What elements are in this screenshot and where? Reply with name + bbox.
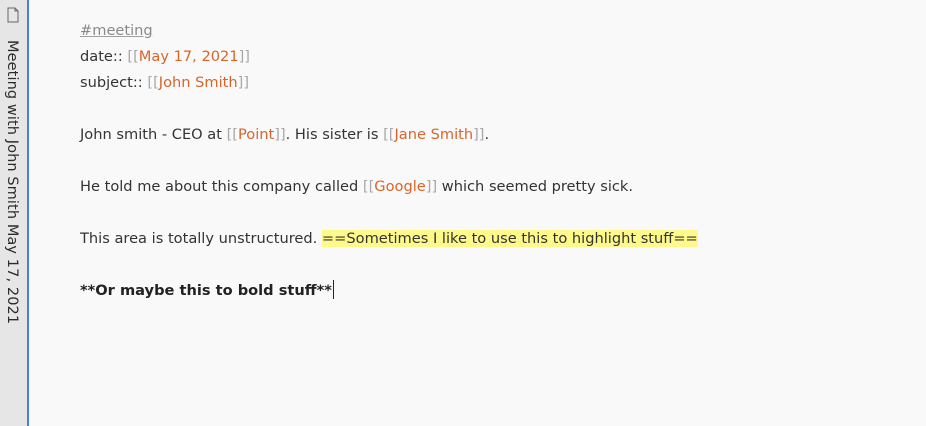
meeting-tag[interactable]: #meeting (80, 22, 153, 39)
point-link[interactable]: Point (238, 126, 274, 143)
file-icon (7, 7, 19, 23)
google-link[interactable]: Google (374, 178, 425, 195)
para3-text: This area is totally unstructured. (80, 230, 322, 247)
para2-text-b: which seemed pretty sick. (437, 178, 634, 195)
paragraph-2: He told me about this company called [[G… (80, 174, 916, 200)
bold-text: **Or maybe this to bold stuff** (80, 282, 332, 299)
bracket-close: ]] (473, 126, 485, 143)
para1-text-c: . (484, 126, 490, 143)
app-window: Meeting with John Smith May 17, 2021 #me… (0, 0, 926, 426)
bracket-close: ]] (237, 74, 250, 91)
bracket-open: [[ (362, 178, 375, 195)
bracket-close: ]] (425, 178, 438, 195)
tag-line: #meeting (80, 18, 916, 44)
subject-key: subject:: (80, 74, 148, 91)
para1-text-a: John smith - CEO at (80, 126, 227, 143)
text-cursor (332, 280, 334, 299)
date-key: date:: (80, 48, 128, 65)
date-link[interactable]: May 17, 2021 (139, 48, 239, 65)
note-content[interactable]: #meeting date:: [[May 17, 2021]] subject… (80, 18, 916, 304)
paragraph-3: This area is totally unstructured. ==Som… (80, 226, 916, 252)
note-tab-title[interactable]: Meeting with John Smith May 17, 2021 (4, 40, 20, 324)
para2-text-a: He told me about this company called (80, 178, 363, 195)
bracket-close: ]] (274, 126, 286, 143)
jane-smith-link[interactable]: Jane Smith (394, 126, 473, 143)
bracket-open: [[ (226, 126, 238, 143)
highlighted-text: ==Sometimes I like to use this to highli… (321, 230, 698, 247)
paragraph-1: John smith - CEO at [[Point]]. His siste… (80, 122, 916, 148)
date-property: date:: [[May 17, 2021]] (80, 44, 916, 70)
bracket-open: [[ (147, 74, 159, 91)
bracket-open: [[ (383, 126, 395, 143)
vertical-note-tab[interactable]: Meeting with John Smith May 17, 2021 (0, 0, 29, 426)
subject-link[interactable]: John Smith (159, 74, 238, 91)
bracket-open: [[ (127, 48, 139, 65)
paragraph-4: **Or maybe this to bold stuff** (80, 278, 916, 304)
subject-property: subject:: [[John Smith]] (80, 70, 916, 96)
note-editor[interactable]: #meeting date:: [[May 17, 2021]] subject… (29, 0, 926, 426)
para1-text-b: . His sister is (285, 126, 384, 143)
bracket-close: ]] (238, 48, 250, 65)
